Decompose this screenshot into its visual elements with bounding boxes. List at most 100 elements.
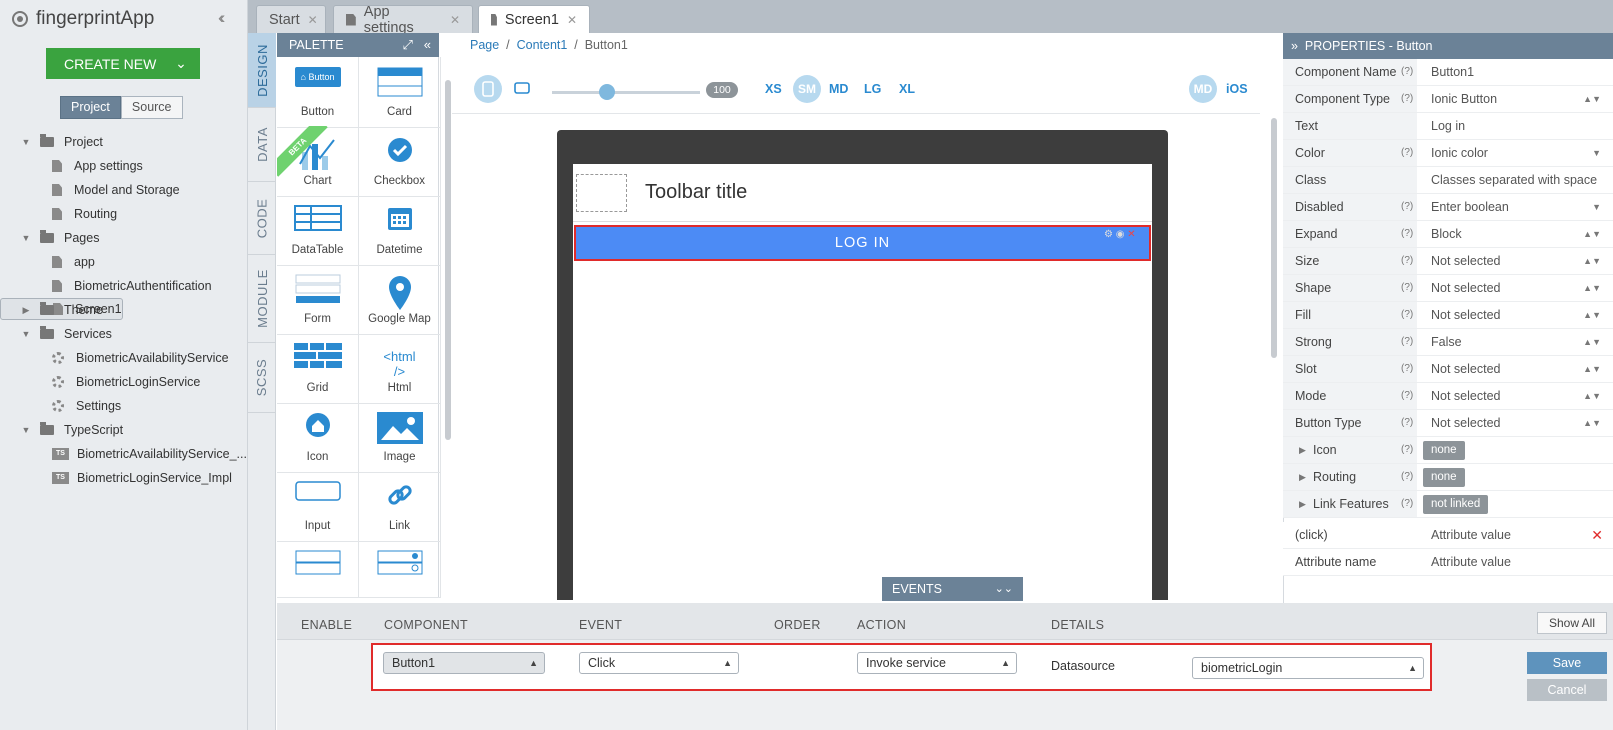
- tree-item[interactable]: Routing: [0, 202, 248, 226]
- expand-arrow-icon[interactable]: ▶: [1299, 437, 1306, 463]
- vtab-module[interactable]: MODULE: [248, 255, 276, 343]
- component-select[interactable]: Button1 ▲: [383, 652, 545, 674]
- palette-item-list[interactable]: [277, 540, 359, 598]
- property-value[interactable]: Enter boolean: [1431, 194, 1509, 220]
- vtab-design[interactable]: DESIGN: [248, 33, 276, 108]
- close-icon[interactable]: ✕: [308, 13, 318, 27]
- create-new-button[interactable]: CREATE NEW ⌄: [46, 48, 200, 79]
- palette-item-google-map[interactable]: Google Map: [359, 264, 441, 335]
- breadcrumb-content[interactable]: Content1: [517, 38, 568, 52]
- action-select[interactable]: Invoke service ▲: [857, 652, 1017, 674]
- cancel-button[interactable]: Cancel: [1527, 679, 1607, 701]
- select-arrows-icon[interactable]: ▲▼: [1583, 221, 1601, 247]
- collapse-palette-icon[interactable]: «: [424, 37, 431, 52]
- breadcrumb-page[interactable]: Page: [470, 38, 499, 52]
- size-sm[interactable]: SM: [793, 75, 821, 103]
- platform-ios[interactable]: iOS: [1226, 82, 1248, 96]
- expand-arrow-icon[interactable]: ▶: [1299, 464, 1306, 490]
- palette-item-form[interactable]: Form: [277, 264, 359, 335]
- expand-panel-icon[interactable]: »: [1291, 39, 1298, 53]
- palette-item-chart[interactable]: Chart BETA: [277, 126, 359, 197]
- help-icon[interactable]: (?): [1401, 329, 1413, 355]
- help-icon[interactable]: (?): [1401, 86, 1413, 112]
- vtab-data[interactable]: DATA: [248, 108, 276, 182]
- help-icon[interactable]: (?): [1401, 275, 1413, 301]
- property-value[interactable]: Button1: [1431, 59, 1474, 85]
- tree-item[interactable]: app: [0, 250, 248, 274]
- palette-item-icon[interactable]: Icon: [277, 402, 359, 473]
- expand-arrow-icon[interactable]: ▶: [1299, 491, 1306, 517]
- tree-item[interactable]: BiometricAuthentification: [0, 274, 248, 298]
- tree-item[interactable]: ▼ Pages: [0, 226, 248, 250]
- tree-item[interactable]: BiometricLoginService: [0, 370, 248, 394]
- phone-portrait-button[interactable]: [474, 75, 502, 103]
- tree-item[interactable]: ▼ Project: [0, 130, 248, 154]
- attribute-name[interactable]: Attribute name: [1283, 549, 1417, 575]
- property-value[interactable]: Not selected: [1431, 275, 1500, 301]
- property-group[interactable]: Routing ▶ (?) none: [1283, 464, 1613, 491]
- tree-item[interactable]: TS BiometricLoginService_Impl: [0, 466, 248, 490]
- property-value[interactable]: False: [1431, 329, 1462, 355]
- datasource-select[interactable]: biometricLogin ▲: [1192, 657, 1424, 679]
- tree-item[interactable]: ▶ Theme: [0, 298, 248, 322]
- property-badge[interactable]: not linked: [1423, 495, 1489, 514]
- select-arrows-icon[interactable]: ▲▼: [1583, 410, 1601, 436]
- size-md[interactable]: MD: [829, 82, 848, 96]
- events-panel-tab[interactable]: EVENTS ⌄⌄: [882, 577, 1023, 601]
- palette-item-datatable[interactable]: DataTable: [277, 195, 359, 266]
- size-lg[interactable]: LG: [864, 82, 881, 96]
- collapse-arrow-icon[interactable]: ▼: [20, 329, 32, 339]
- palette-item-button[interactable]: ⌂ Button Button: [277, 57, 359, 128]
- palette-item-card[interactable]: Card: [359, 57, 441, 128]
- property-value[interactable]: Not selected: [1431, 410, 1500, 436]
- canvas-scrollbar[interactable]: [1271, 118, 1277, 358]
- tree-item[interactable]: BiometricAvailabilityService: [0, 346, 248, 370]
- tab-project[interactable]: Project: [60, 96, 121, 119]
- eye-icon[interactable]: ◉: [1116, 229, 1125, 240]
- event-select[interactable]: Click ▲: [579, 652, 739, 674]
- chevron-down-icon[interactable]: ⌄⌄: [995, 577, 1013, 601]
- size-xl[interactable]: XL: [899, 82, 915, 96]
- palette-item-radiogroup[interactable]: [359, 540, 441, 598]
- property-value[interactable]: Ionic Button: [1431, 86, 1497, 112]
- toolbar-title[interactable]: Toolbar title: [645, 181, 747, 204]
- property-value[interactable]: Not selected: [1431, 383, 1500, 409]
- delete-icon[interactable]: ✕: [1127, 229, 1135, 240]
- palette-item-grid[interactable]: Grid: [277, 333, 359, 404]
- zoom-slider-handle[interactable]: [599, 84, 615, 100]
- palette-item-link[interactable]: Link: [359, 471, 441, 542]
- tab-screen1[interactable]: Screen1 ✕: [478, 5, 590, 33]
- close-icon[interactable]: ✕: [567, 13, 577, 27]
- help-icon[interactable]: (?): [1401, 140, 1413, 166]
- collapse-arrow-icon[interactable]: ▼: [20, 233, 32, 243]
- show-all-button[interactable]: Show All: [1537, 612, 1607, 634]
- collapse-arrow-icon[interactable]: ▼: [20, 137, 32, 147]
- select-arrows-icon[interactable]: ▲▼: [1583, 356, 1601, 382]
- expand-icon[interactable]: ⤢: [403, 37, 413, 52]
- property-group[interactable]: Link Features ▶ (?) not linked: [1283, 491, 1613, 518]
- attribute-name[interactable]: (click): [1283, 522, 1417, 548]
- tab-source[interactable]: Source: [120, 96, 183, 119]
- tree-item[interactable]: Model and Storage: [0, 178, 248, 202]
- property-value[interactable]: Not selected: [1431, 302, 1500, 328]
- select-arrows-icon[interactable]: ▲▼: [1583, 302, 1601, 328]
- mode-md[interactable]: MD: [1189, 75, 1217, 103]
- help-icon[interactable]: (?): [1401, 437, 1413, 463]
- help-icon[interactable]: (?): [1401, 383, 1413, 409]
- vtab-scss[interactable]: SCSS: [248, 343, 276, 413]
- chevron-down-icon[interactable]: ⌄: [162, 48, 200, 79]
- property-value[interactable]: Not selected: [1431, 356, 1500, 382]
- tab-start[interactable]: Start ✕: [256, 5, 326, 33]
- palette-item-html[interactable]: <html /> Html: [359, 333, 441, 404]
- palette-item-checkbox[interactable]: Checkbox: [359, 126, 441, 197]
- tree-item[interactable]: App settings: [0, 154, 248, 178]
- save-button[interactable]: Save: [1527, 652, 1607, 674]
- attribute-value[interactable]: Attribute value: [1431, 522, 1511, 548]
- chevron-down-icon[interactable]: ▼: [1592, 194, 1601, 220]
- tree-item[interactable]: TS BiometricAvailabilityService_...: [0, 442, 248, 466]
- select-arrows-icon[interactable]: ▲▼: [1583, 86, 1601, 112]
- attribute-value[interactable]: Attribute value: [1431, 549, 1511, 575]
- palette-item-datetime[interactable]: Datetime: [359, 195, 441, 266]
- tree-item[interactable]: ▼ TypeScript: [0, 418, 248, 442]
- help-icon[interactable]: (?): [1401, 410, 1413, 436]
